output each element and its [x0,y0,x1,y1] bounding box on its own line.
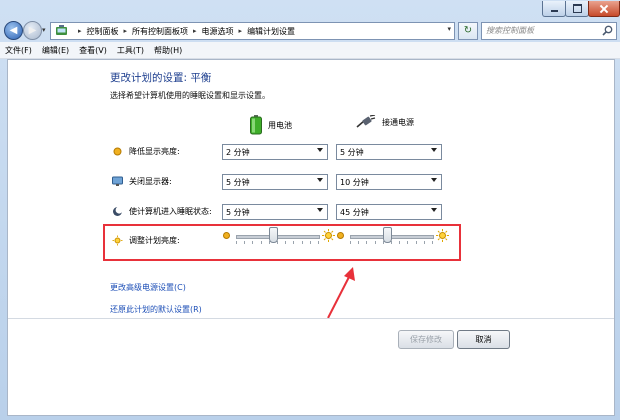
dim-display-label: 降低显示亮度: [112,146,180,157]
menu-file[interactable]: 文件(F) [0,45,37,56]
minimize-icon [550,5,558,13]
battery-column-header: 用电池 [249,115,292,135]
sleep-label: 使计算机进入睡眠状态: [112,206,212,217]
minimize-button[interactable] [542,1,566,17]
breadcrumb-separator-icon[interactable]: ▸ [124,27,128,35]
close-button[interactable] [588,1,620,17]
search-input[interactable] [486,24,594,37]
sleep-text: 使计算机进入睡眠状态: [129,207,212,216]
chevron-down-icon [431,208,437,212]
advanced-settings-link[interactable]: 更改高级电源设置(C) [110,282,186,293]
plugged-column-label: 接通电源 [382,117,414,127]
recent-pages-dropdown[interactable]: ▾ [42,26,46,34]
menu-view[interactable]: 查看(V) [74,45,112,56]
breadcrumb-power-options[interactable]: 电源选项 [202,26,234,37]
page-subtitle: 选择希望计算机使用的睡眠设置和显示设置。 [110,91,270,100]
breadcrumb-all-items[interactable]: 所有控制面板项 [132,26,188,37]
turn-off-display-battery-select[interactable]: 5 分钟 [222,174,328,190]
main-content: 更改计划的设置: 平衡 选择希望计算机使用的睡眠设置和显示设置。 用电池 接通电… [7,59,615,416]
refresh-icon: ↻ [463,25,473,36]
menu-tools[interactable]: 工具(T) [112,45,149,56]
cancel-button[interactable]: 取消 [457,330,510,349]
power-plug-icon [356,115,376,128]
back-arrow-icon: ◀ [9,24,18,36]
sleep-plugged-value: 45 分钟 [340,208,369,217]
breadcrumb-separator-icon[interactable]: ▸ [193,27,197,35]
menu-edit[interactable]: 编辑(E) [37,45,74,56]
forward-arrow-icon: ▶ [28,24,37,36]
annotation-highlight-box [103,224,461,261]
address-dropdown-icon[interactable]: ▾ [447,25,451,33]
dim-display-plugged-value: 5 分钟 [340,148,364,157]
close-icon [600,5,608,13]
control-panel-window: ◀ ▶ ▾ ▸ 控制面板 ▸ 所有控制面板项 ▸ 电源选项 ▸ 编辑计划设置 ▾… [0,0,620,420]
restore-defaults-link[interactable]: 还原此计划的默认设置(R) [110,304,202,315]
refresh-button[interactable]: ↻ [458,22,478,40]
turn-off-display-text: 关闭显示器: [129,177,172,186]
breadcrumb-separator-icon[interactable]: ▸ [239,27,243,35]
sleep-plugged-select[interactable]: 45 分钟 [336,204,442,220]
dim-brightness-icon [113,147,122,156]
moon-sleep-icon [113,206,123,216]
turn-off-display-plugged-select[interactable]: 10 分钟 [336,174,442,190]
turn-off-display-battery-value: 5 分钟 [226,178,250,187]
menu-bar: 文件(F) 编辑(E) 查看(V) 工具(T) 帮助(H) [0,42,620,59]
title-bar: ◀ ▶ ▾ ▸ 控制面板 ▸ 所有控制面板项 ▸ 电源选项 ▸ 编辑计划设置 ▾… [0,0,620,42]
dim-display-battery-select[interactable]: 2 分钟 [222,144,328,160]
page-title: 更改计划的设置: 平衡 [110,72,212,84]
breadcrumb-control-panel[interactable]: 控制面板 [87,26,119,37]
plugged-column-header: 接通电源 [356,115,414,129]
chevron-down-icon [317,148,323,152]
maximize-icon [572,4,582,13]
turn-off-display-plugged-value: 10 分钟 [340,178,369,187]
maximize-button[interactable] [565,1,589,17]
dim-display-plugged-select[interactable]: 5 分钟 [336,144,442,160]
dim-display-text: 降低显示亮度: [129,147,180,156]
chevron-down-icon [317,178,323,182]
breadcrumb-edit-plan[interactable]: 编辑计划设置 [247,26,295,37]
breadcrumb: ▸ 控制面板 ▸ 所有控制面板项 ▸ 电源选项 ▸ 编辑计划设置 [73,23,295,39]
menu-help[interactable]: 帮助(H) [149,45,187,56]
breadcrumb-separator-icon[interactable]: ▸ [78,27,82,35]
control-panel-icon [56,25,67,35]
sleep-battery-select[interactable]: 5 分钟 [222,204,328,220]
address-bar[interactable]: ▸ 控制面板 ▸ 所有控制面板项 ▸ 电源选项 ▸ 编辑计划设置 ▾ [50,22,455,40]
monitor-icon [112,176,123,186]
save-changes-button[interactable]: 保存修改 [398,330,454,349]
chevron-down-icon [431,178,437,182]
divider [8,318,614,319]
battery-column-label: 用电池 [268,120,292,130]
annotation-arrow-icon [327,267,355,319]
chevron-down-icon [431,148,437,152]
turn-off-display-label: 关闭显示器: [112,176,172,187]
search-box[interactable] [481,22,617,40]
forward-button[interactable]: ▶ [23,21,42,40]
dim-display-battery-value: 2 分钟 [226,148,250,157]
back-button[interactable]: ◀ [4,21,23,40]
search-icon[interactable] [602,25,613,36]
chevron-down-icon [317,208,323,212]
sleep-battery-value: 5 分钟 [226,208,250,217]
battery-icon [250,115,262,135]
